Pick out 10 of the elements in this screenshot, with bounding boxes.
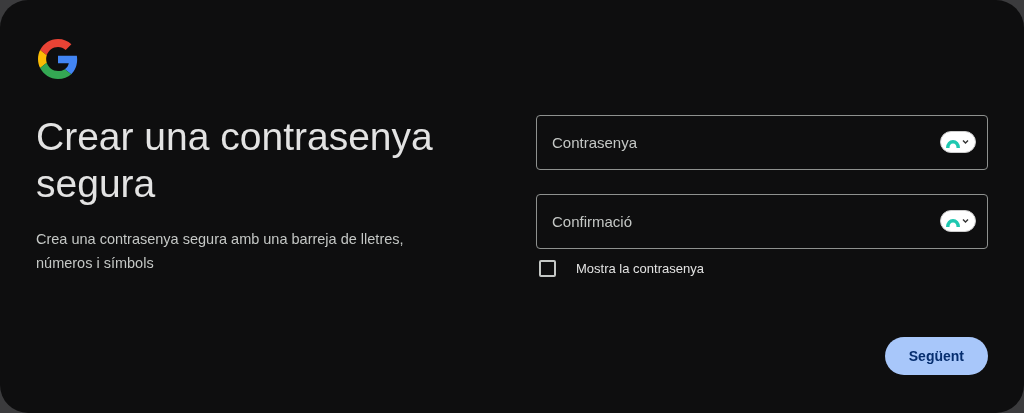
extension-badge-icon[interactable] [940,131,976,153]
logo-icon [38,39,78,79]
description-text: Crea una contrasenya segura amb una barreja de lletres, números i símbols [36,230,405,273]
page-heading: Crear una contrasenya segura [36,114,434,207]
password-field[interactable]: Confirmació [536,194,988,249]
checkbox[interactable] [539,260,556,277]
next-button[interactable]: Següent [884,337,988,375]
checkbox-label: Mostra la contrasenya [576,261,704,276]
extension-badge-icon[interactable] [940,210,976,232]
password-field[interactable]: Contrasenya [536,115,988,170]
